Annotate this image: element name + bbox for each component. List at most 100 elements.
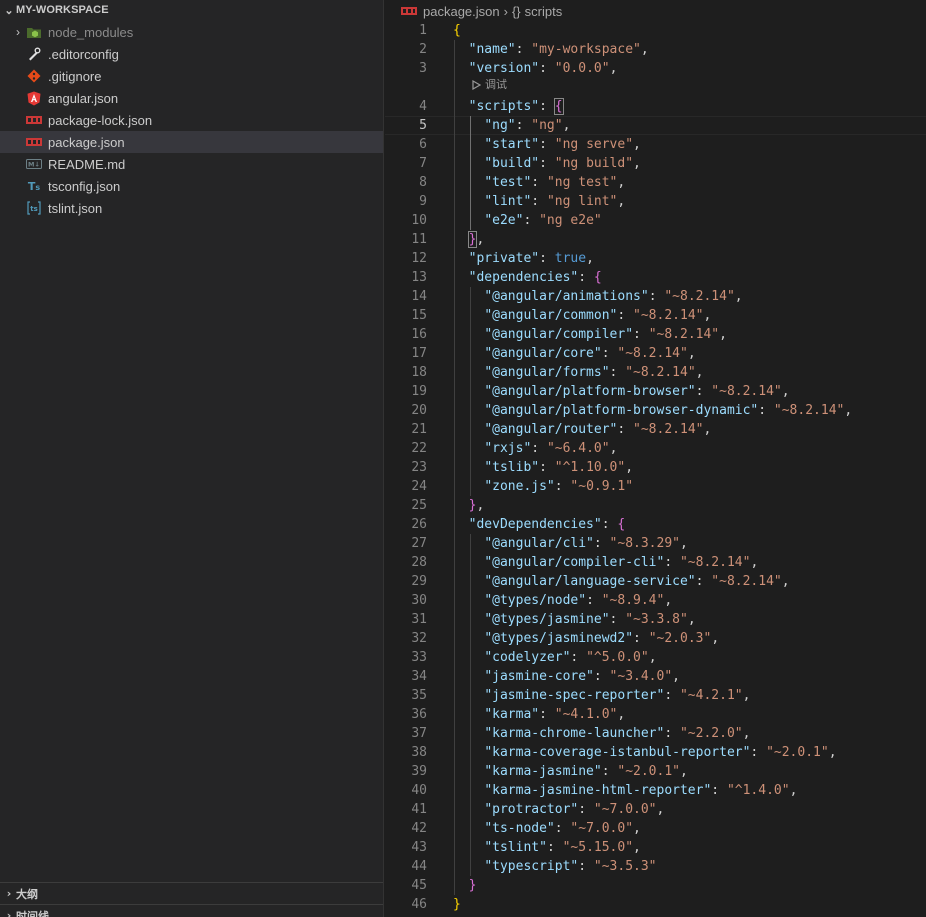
- code-line[interactable]: 10 "e2e": "ng e2e": [385, 211, 926, 230]
- code-line[interactable]: 42 "ts-node": "~7.0.0",: [385, 819, 926, 838]
- line-number: 12: [411, 251, 427, 266]
- code-line[interactable]: 14 "@angular/animations": "~8.2.14",: [385, 287, 926, 306]
- code-line[interactable]: 18 "@angular/forms": "~8.2.14",: [385, 363, 926, 382]
- code-line[interactable]: 41 "protractor": "~7.0.0",: [385, 800, 926, 819]
- breadcrumb-file[interactable]: package.json: [423, 4, 500, 19]
- code-token: ,: [633, 156, 641, 171]
- line-text: "@angular/compiler-cli": "~8.2.14",: [453, 553, 758, 572]
- line-number: 9: [419, 194, 427, 209]
- code-line[interactable]: 7 "build": "ng build",: [385, 154, 926, 173]
- line-number: 27: [411, 536, 427, 551]
- code-token: "dependencies": [468, 270, 579, 285]
- code-line[interactable]: 13 "dependencies": {: [385, 268, 926, 287]
- outline-panel-header[interactable]: › 大纲: [0, 882, 383, 904]
- code-token: ,: [680, 764, 688, 779]
- code-token: ,: [664, 593, 673, 608]
- code-token: :: [578, 270, 594, 285]
- code-line[interactable]: 12 "private": true,: [385, 249, 926, 268]
- code-token: "~3.3.8": [625, 612, 688, 627]
- debug-codelens[interactable]: 调试: [471, 76, 507, 94]
- code-line[interactable]: 20 "@angular/platform-browser-dynamic": …: [385, 401, 926, 420]
- tree-file[interactable]: package.json: [0, 131, 383, 153]
- code-line[interactable]: 37 "karma-chrome-launcher": "~2.2.0",: [385, 724, 926, 743]
- code-line[interactable]: 40 "karma-jasmine-html-reporter": "^1.4.…: [385, 781, 926, 800]
- code-line[interactable]: 16 "@angular/compiler": "~8.2.14",: [385, 325, 926, 344]
- code-line[interactable]: 45 }: [385, 876, 926, 895]
- line-text: "jasmine-spec-reporter": "~4.2.1",: [453, 686, 750, 705]
- line-number: 35: [411, 688, 427, 703]
- code-token: "ts-node": [484, 821, 555, 836]
- code-line[interactable]: 8 "test": "ng test",: [385, 173, 926, 192]
- code-line[interactable]: 23 "tslib": "^1.10.0",: [385, 458, 926, 477]
- code-line[interactable]: 44 "typescript": "~3.5.3": [385, 857, 926, 876]
- code-line[interactable]: 31 "@types/jasmine": "~3.3.8",: [385, 610, 926, 629]
- tree-file[interactable]: package-lock.json: [0, 109, 383, 131]
- code-line[interactable]: 5 "ng": "ng",: [385, 116, 926, 135]
- code-line[interactable]: 24 "zone.js": "~0.9.1": [385, 477, 926, 496]
- code-line[interactable]: 3 "version": "0.0.0",: [385, 59, 926, 78]
- tree-file[interactable]: .editorconfig: [0, 43, 383, 65]
- code-editor[interactable]: package.json › {} scripts 1{2 "name": "m…: [385, 0, 926, 917]
- chevron-right-icon[interactable]: ›: [10, 25, 26, 39]
- code-line[interactable]: 28 "@angular/compiler-cli": "~8.2.14",: [385, 553, 926, 572]
- code-line[interactable]: 6 "start": "ng serve",: [385, 135, 926, 154]
- code-line[interactable]: 36 "karma": "~4.1.0",: [385, 705, 926, 724]
- code-line[interactable]: 39 "karma-jasmine": "~2.0.1",: [385, 762, 926, 781]
- tree-file[interactable]: .gitignore: [0, 65, 383, 87]
- breadcrumb-symbol[interactable]: scripts: [525, 4, 563, 19]
- code-line[interactable]: 35 "jasmine-spec-reporter": "~4.2.1",: [385, 686, 926, 705]
- workspace-header[interactable]: ⌄ MY-WORKSPACE: [0, 0, 383, 20]
- code-token: "name": [468, 42, 516, 57]
- code-token: "tslib": [484, 460, 540, 475]
- code-line[interactable]: 27 "@angular/cli": "~8.3.29",: [385, 534, 926, 553]
- code-token: "~4.2.1": [679, 688, 743, 703]
- code-line[interactable]: 1{: [385, 21, 926, 40]
- code-line[interactable]: 17 "@angular/core": "~8.2.14",: [385, 344, 926, 363]
- code-token: "~8.2.14": [679, 555, 751, 570]
- line-number: 25: [411, 498, 427, 513]
- line-number: 18: [411, 365, 427, 380]
- tree-file[interactable]: angular.json: [0, 87, 383, 109]
- code-line[interactable]: 33 "codelyzer": "^5.0.0",: [385, 648, 926, 667]
- code-token: :: [539, 707, 555, 722]
- code-line[interactable]: 34 "jasmine-core": "~3.4.0",: [385, 667, 926, 686]
- timeline-panel-header[interactable]: › 时间线: [0, 904, 383, 917]
- code-token: "private": [468, 251, 540, 266]
- code-token: ,: [742, 726, 751, 741]
- code-line[interactable]: 11 },: [385, 230, 926, 249]
- code-line[interactable]: 2 "name": "my-workspace",: [385, 40, 926, 59]
- code-line[interactable]: 43 "tslint": "~5.15.0",: [385, 838, 926, 857]
- code-line[interactable]: 22 "rxjs": "~6.4.0",: [385, 439, 926, 458]
- code-line[interactable]: 4 "scripts": {: [385, 97, 926, 116]
- code-line[interactable]: 38 "karma-coverage-istanbul-reporter": "…: [385, 743, 926, 762]
- tree-file[interactable]: ts tslint.json: [0, 197, 383, 219]
- code-line[interactable]: 30 "@types/node": "~8.9.4",: [385, 591, 926, 610]
- code-line[interactable]: 32 "@types/jasminewd2": "~2.0.3",: [385, 629, 926, 648]
- tree-item-label: .gitignore: [48, 68, 102, 84]
- code-lines[interactable]: 1{2 "name": "my-workspace", 3 "version": …: [385, 21, 926, 917]
- code-token: "version": [468, 61, 540, 76]
- code-token: :: [664, 726, 680, 741]
- tree-folder[interactable]: › node_modules: [0, 21, 383, 43]
- code-line[interactable]: 19 "@angular/platform-browser": "~8.2.14…: [385, 382, 926, 401]
- code-token: :: [539, 137, 555, 152]
- line-text: "@types/jasmine": "~3.3.8",: [453, 610, 695, 629]
- code-line[interactable]: 25 },: [385, 496, 926, 515]
- code-token: {: [617, 517, 626, 532]
- tree-file[interactable]: Ts tsconfig.json: [0, 175, 383, 197]
- npm-icon: [26, 134, 42, 150]
- code-line[interactable]: 46}: [385, 895, 926, 914]
- code-token: "~7.0.0": [570, 821, 634, 836]
- code-token: "~8.2.14": [617, 346, 688, 361]
- line-text: "karma-jasmine": "~2.0.1",: [453, 762, 688, 781]
- npm-icon: [401, 6, 417, 16]
- code-line[interactable]: 26 "devDependencies": {: [385, 515, 926, 534]
- code-token: true: [554, 251, 587, 266]
- code-line[interactable]: 9 "lint": "ng lint",: [385, 192, 926, 211]
- indent-guide: [470, 116, 471, 230]
- code-line[interactable]: 21 "@angular/router": "~8.2.14",: [385, 420, 926, 439]
- code-line[interactable]: 29 "@angular/language-service": "~8.2.14…: [385, 572, 926, 591]
- tree-file[interactable]: M↓ README.md: [0, 153, 383, 175]
- code-line[interactable]: 15 "@angular/common": "~8.2.14",: [385, 306, 926, 325]
